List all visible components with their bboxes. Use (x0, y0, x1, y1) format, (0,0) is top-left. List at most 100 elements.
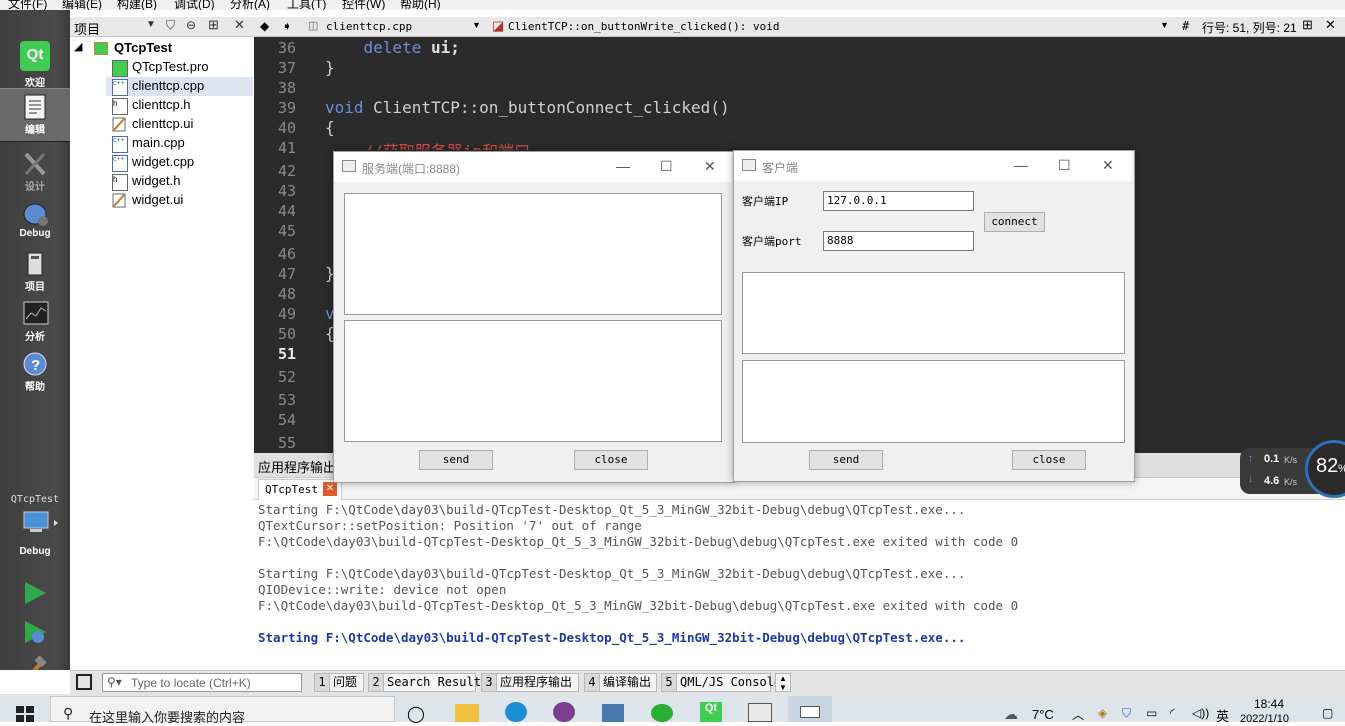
toggle-sidebar-icon[interactable] (76, 674, 92, 690)
file-item-clienttcp-cpp[interactable]: c++ clienttcp.cpp (106, 77, 253, 96)
start-windows-icon[interactable] (16, 706, 34, 722)
mode-analyze[interactable]: 分析 (0, 296, 70, 346)
link-icon[interactable]: ⊖ (186, 18, 196, 32)
output-tab-qtcptest[interactable]: QTcpTest ✕ (258, 479, 342, 500)
menu-help[interactable]: 帮助(H) (400, 0, 441, 10)
output-line: F:\QtCode\day03\build-QTcpTest-Desktop_Q… (258, 598, 1019, 613)
file-item-widget-cpp[interactable]: c++ widget.cpp (112, 153, 242, 172)
minimize-icon[interactable]: — (616, 158, 630, 174)
mode-help[interactable]: ? 帮助 (0, 346, 70, 396)
menu-file[interactable]: 文件(F) (8, 0, 47, 10)
function-combo[interactable]: ClientTCP::on_buttonWrite_clicked(): voi… (508, 20, 780, 33)
qt-app-window2-icon[interactable] (788, 696, 832, 722)
pane-button-qml-console[interactable]: 5 QML/JS Console (661, 673, 781, 692)
wechat-icon[interactable] (651, 704, 673, 722)
server-send-text[interactable] (344, 320, 722, 442)
pane-button-app-output[interactable]: 3 应用程序输出 (481, 673, 579, 692)
pane-more-arrows-icon[interactable]: ▲ ▼ (775, 673, 791, 692)
menu-tools[interactable]: 工具(T) (287, 0, 326, 10)
connect-button[interactable]: connect (984, 212, 1045, 232)
menu-build[interactable]: 构建(B) (117, 0, 157, 10)
network-speed-widget[interactable]: ↑ 0.1 K/s ↓ 4.6 K/s 82 % (1240, 440, 1345, 498)
menu-edit[interactable]: 编辑(E) (62, 0, 102, 10)
close-icon[interactable]: ✕ (1102, 157, 1114, 174)
output-line: Starting F:\QtCode\day03\build-QTcpTest-… (258, 566, 966, 581)
mode-edit[interactable]: 编辑 (0, 88, 70, 142)
computer-icon (22, 510, 58, 534)
file-item-pro[interactable]: QTcpTest.pro (112, 58, 242, 77)
close-icon[interactable]: ✕ (704, 158, 716, 175)
mode-design[interactable]: 设计 (0, 146, 70, 196)
pane-button-issues[interactable]: 1 问题 (314, 673, 364, 692)
maximize-icon[interactable]: ☐ (660, 158, 673, 175)
qt-creator-taskbar-icon[interactable]: Qt (700, 702, 722, 722)
task-view-icon[interactable]: ◯ (406, 704, 426, 723)
pane-button-search-results[interactable]: 2 Search Results (368, 673, 488, 692)
menu-debug[interactable]: 调试(D) (174, 0, 215, 10)
server-receive-text[interactable] (344, 193, 722, 315)
line-number: 39 (277, 99, 296, 117)
file-item-main-cpp[interactable]: c++ main.cpp (112, 134, 242, 153)
clock-date[interactable]: 2022/1/10 (1240, 713, 1289, 722)
download-arrow-icon: ↓ (1248, 474, 1253, 485)
volume-icon[interactable]: ◁)) (1192, 706, 1209, 720)
client-port-input[interactable]: 8888 (823, 231, 974, 251)
mode-welcome[interactable]: Qt 欢迎 (0, 38, 70, 89)
back-arrow-icon[interactable]: ◆ (260, 19, 269, 33)
shield-icon[interactable]: ⛉ (1122, 706, 1131, 721)
file-item-clienttcp-h[interactable]: h clienttcp.h (112, 96, 242, 115)
menu-analyze[interactable]: 分析(A) (230, 0, 270, 10)
edge-browser-icon[interactable] (505, 702, 527, 722)
split-icon[interactable]: ⊞ (208, 17, 219, 33)
open-file-combo[interactable]: clienttcp.cpp (326, 20, 476, 33)
ime-indicator[interactable]: 英 (1216, 706, 1229, 725)
avatar-app-icon[interactable] (553, 702, 575, 722)
locator-input[interactable]: ⚲▾ Type to locate (Ctrl+K) (102, 673, 302, 692)
client-send-button[interactable]: send (809, 450, 883, 470)
file-item-widget-h[interactable]: h widget.h (112, 172, 242, 191)
cpp-file-icon: c++ (112, 155, 128, 172)
debug-run-button[interactable] (22, 619, 48, 645)
file-item-widget-ui[interactable]: widget.ui (112, 191, 242, 210)
notepad-icon[interactable] (602, 704, 624, 722)
client-send-text[interactable] (742, 360, 1125, 443)
cursor-position[interactable]: 行号: 51, 列号: 21 (1202, 19, 1297, 36)
file-explorer-icon[interactable] (455, 704, 479, 722)
mode-project[interactable]: 项目 (0, 246, 70, 296)
minimize-icon[interactable]: — (1014, 157, 1028, 173)
pane-button-compile-output[interactable]: 4 编译输出 (584, 673, 657, 692)
tray-app-icon[interactable]: ◈ (1098, 706, 1107, 720)
tree-root[interactable]: ◢ QTcpTest (74, 39, 244, 58)
chevron-down-icon[interactable]: ▼ (472, 20, 481, 30)
client-close-button[interactable]: close (1012, 450, 1086, 470)
notification-icon[interactable]: ▢ (1322, 706, 1333, 720)
chevron-down-icon[interactable]: ▼ (146, 19, 156, 30)
split-icon[interactable]: ⊞ (1302, 17, 1313, 33)
maximize-icon[interactable]: ☐ (1058, 157, 1071, 174)
run-button[interactable] (22, 580, 48, 606)
clock-time[interactable]: 18:44 (1254, 697, 1284, 711)
weather-temp[interactable]: 7°C (1032, 707, 1054, 722)
build-button[interactable] (22, 656, 48, 670)
close-icon[interactable]: ✕ (1325, 17, 1336, 33)
kit-selector[interactable]: QTcpTest Debug (0, 494, 70, 564)
forward-arrow-icon[interactable]: ➧ (282, 19, 292, 33)
close-tab-icon[interactable]: ✕ (323, 482, 337, 496)
file-item-clienttcp-ui[interactable]: clienttcp.ui (112, 115, 242, 134)
close-icon[interactable]: ✕ (234, 17, 245, 33)
taskbar-search-box[interactable]: ⚲ 在这里输入你要搜索的内容 (50, 696, 395, 725)
wifi-icon[interactable]: ◜ (1170, 706, 1175, 720)
window-icon (742, 159, 756, 171)
filter-icon[interactable]: ⛉ (166, 18, 175, 33)
client-receive-text[interactable] (742, 272, 1125, 354)
server-send-button[interactable]: send (419, 450, 493, 470)
menu-controls[interactable]: 控件(W) (342, 0, 385, 10)
chevron-down-icon[interactable]: ▼ (1160, 20, 1169, 30)
network-icon[interactable]: ▭ (1146, 706, 1157, 720)
line-number: 41 (277, 139, 296, 157)
mode-debug[interactable]: Debug (0, 196, 70, 246)
qt-app-window-icon[interactable] (748, 703, 772, 722)
server-close-button[interactable]: close (574, 450, 648, 470)
tray-chevron-up-icon[interactable]: ︿ (1072, 706, 1084, 723)
client-ip-input[interactable]: 127.0.0.1 (823, 191, 974, 211)
